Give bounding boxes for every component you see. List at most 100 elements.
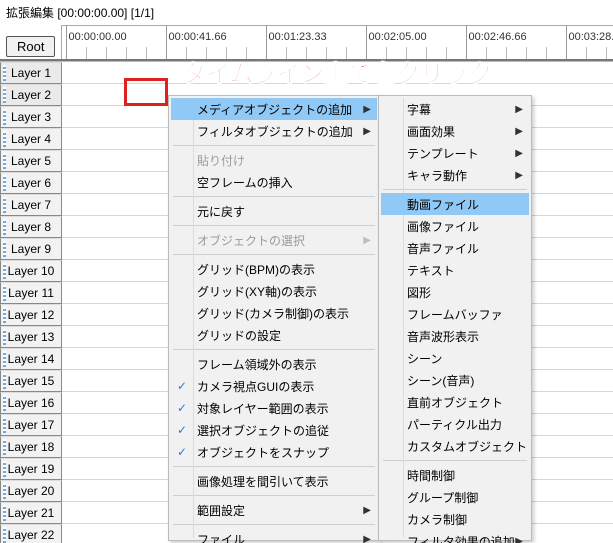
menu-item[interactable]: グリッド(カメラ制御)の表示 [171,302,377,324]
layer-header[interactable]: Layer 11 [0,282,62,304]
layer-header[interactable]: Layer 6 [0,172,62,194]
annotation-box [124,78,168,106]
layer-header[interactable]: Layer 13 [0,326,62,348]
menu-item[interactable]: カメラ制御 [381,508,529,530]
menu-item-label: パーティクル出力 [407,416,502,433]
menu-item-label: テキスト [407,262,455,279]
context-menu-sub[interactable]: 字幕▶画面効果▶テンプレート▶キャラ動作▶動画ファイル画像ファイル音声ファイルテ… [378,95,532,541]
menu-item[interactable]: 画像ファイル [381,215,529,237]
layer-header[interactable]: Layer 17 [0,414,62,436]
layer-header[interactable]: Layer 15 [0,370,62,392]
menu-item-label: 音声波形表示 [407,328,479,345]
menu-item-label: 動画ファイル [407,196,479,213]
menu-item-label: 範囲設定 [197,502,245,519]
layer-header[interactable]: Layer 20 [0,480,62,502]
menu-separator [173,495,375,496]
menu-item[interactable]: ファイル▶ [171,528,377,543]
menu-item[interactable]: ✓ カメラ視点GUIの表示 [171,375,377,397]
layer-header[interactable]: Layer 12 [0,304,62,326]
layer-header[interactable]: Layer 19 [0,458,62,480]
menu-item[interactable]: シーン [381,347,529,369]
ruler-tick-label: 00:00:41.66 [168,31,226,43]
menu-item[interactable]: グリッド(XY軸)の表示 [171,280,377,302]
layer-header[interactable]: Layer 1 [0,62,62,84]
layer-header[interactable]: Layer 4 [0,128,62,150]
menu-item[interactable]: シーン(音声) [381,369,529,391]
menu-item-label: 空フレームの挿入 [197,174,293,191]
menu-item-label: 直前オブジェクト [407,394,503,411]
layer-header[interactable]: Layer 5 [0,150,62,172]
menu-item[interactable]: ✓対象レイヤー範囲の表示 [171,397,377,419]
menu-separator [173,349,375,350]
context-menu-main[interactable]: メディアオブジェクトの追加▶フィルタオブジェクトの追加▶貼り付け空フレームの挿入… [168,95,380,541]
menu-item[interactable]: ✓選択オブジェクトの追従 [171,419,377,441]
menu-item-label: キャラ動作 [407,167,467,184]
submenu-arrow-icon: ▶ [515,536,523,543]
layer-header[interactable]: Layer 22 [0,524,62,543]
menu-item[interactable]: カスタムオブジェクト [381,435,529,457]
menu-item[interactable]: フィルタオブジェクトの追加▶ [171,120,377,142]
menu-item[interactable]: 字幕▶ [381,98,529,120]
layer-header[interactable]: Layer 3 [0,106,62,128]
menu-item[interactable]: 動画ファイル [381,193,529,215]
menu-item[interactable]: キャラ動作▶ [381,164,529,186]
layer-header[interactable]: Layer 8 [0,216,62,238]
menu-item[interactable]: 音声波形表示 [381,325,529,347]
check-icon: ✓ [177,423,187,437]
menu-item-label: 画像ファイル [407,218,479,235]
ruler-tick-label: 00:02:05.00 [368,31,426,43]
layer-header[interactable]: Layer 16 [0,392,62,414]
menu-item[interactable]: フレーム領域外の表示 [171,353,377,375]
menu-item-label: フレームバッファ [407,306,503,323]
menu-item[interactable]: テンプレート▶ [381,142,529,164]
menu-item[interactable]: 図形 [381,281,529,303]
submenu-arrow-icon: ▶ [363,505,371,516]
layer-header[interactable]: Layer 18 [0,436,62,458]
menu-item-label: シーン(音声) [407,372,474,389]
menu-separator [173,145,375,146]
menu-item-label: フィルタ効果の追加 [407,533,515,543]
menu-item[interactable]: メディアオブジェクトの追加▶ [171,98,377,120]
layer-header[interactable]: Layer 9 [0,238,62,260]
menu-item-label: グループ制御 [407,489,478,506]
submenu-arrow-icon: ▶ [515,104,523,115]
menu-separator [173,225,375,226]
menu-separator [173,466,375,467]
menu-item[interactable]: 画像処理を間引いて表示 [171,470,377,492]
menu-item[interactable]: 時間制御 [381,464,529,486]
layer-header[interactable]: Layer 10 [0,260,62,282]
menu-item-label: グリッド(BPM)の表示 [197,261,315,278]
menu-item[interactable]: テキスト [381,259,529,281]
menu-item[interactable]: グリッドの設定 [171,324,377,346]
menu-item[interactable]: フィルタ効果の追加▶ [381,530,529,543]
window-title: 拡張編集 [00:00:00.00] [1/1] [0,0,613,25]
root-button[interactable]: Root [6,36,55,57]
menu-item-label: カメラ視点GUIの表示 [197,378,314,395]
menu-item-label: 画像処理を間引いて表示 [197,473,329,490]
menu-item[interactable]: 範囲設定 ▶ [171,499,377,521]
layer-header[interactable]: Layer 2 [0,84,62,106]
menu-item-label: メディアオブジェクトの追加 [197,101,352,118]
layer-header[interactable]: Layer 7 [0,194,62,216]
menu-item[interactable]: 空フレームの挿入 [171,171,377,193]
menu-separator [383,189,527,190]
menu-item[interactable]: 音声ファイル [381,237,529,259]
menu-separator [173,254,375,255]
menu-item[interactable]: 直前オブジェクト [381,391,529,413]
menu-item[interactable]: グループ制御 [381,486,529,508]
menu-item[interactable]: パーティクル出力 [381,413,529,435]
layer-header[interactable]: Layer 14 [0,348,62,370]
menu-item[interactable]: 画面効果▶ [381,120,529,142]
menu-item-label: オブジェクトをスナップ [197,444,329,461]
editor-window: 拡張編集 [00:00:00.00] [1/1] Root 00:00:00.0… [0,0,613,543]
menu-item-label: 図形 [407,284,431,301]
menu-item[interactable]: フレームバッファ [381,303,529,325]
check-icon: ✓ [177,379,187,393]
menu-item-label: 対象レイヤー範囲の表示 [197,400,329,417]
menu-item[interactable]: グリッド(BPM)の表示 [171,258,377,280]
menu-item[interactable]: ✓オブジェクトをスナップ [171,441,377,463]
menu-item[interactable]: 元に戻す [171,200,377,222]
menu-separator [173,196,375,197]
layer-header[interactable]: Layer 21 [0,502,62,524]
menu-item: オブジェクトの選択▶ [171,229,377,251]
